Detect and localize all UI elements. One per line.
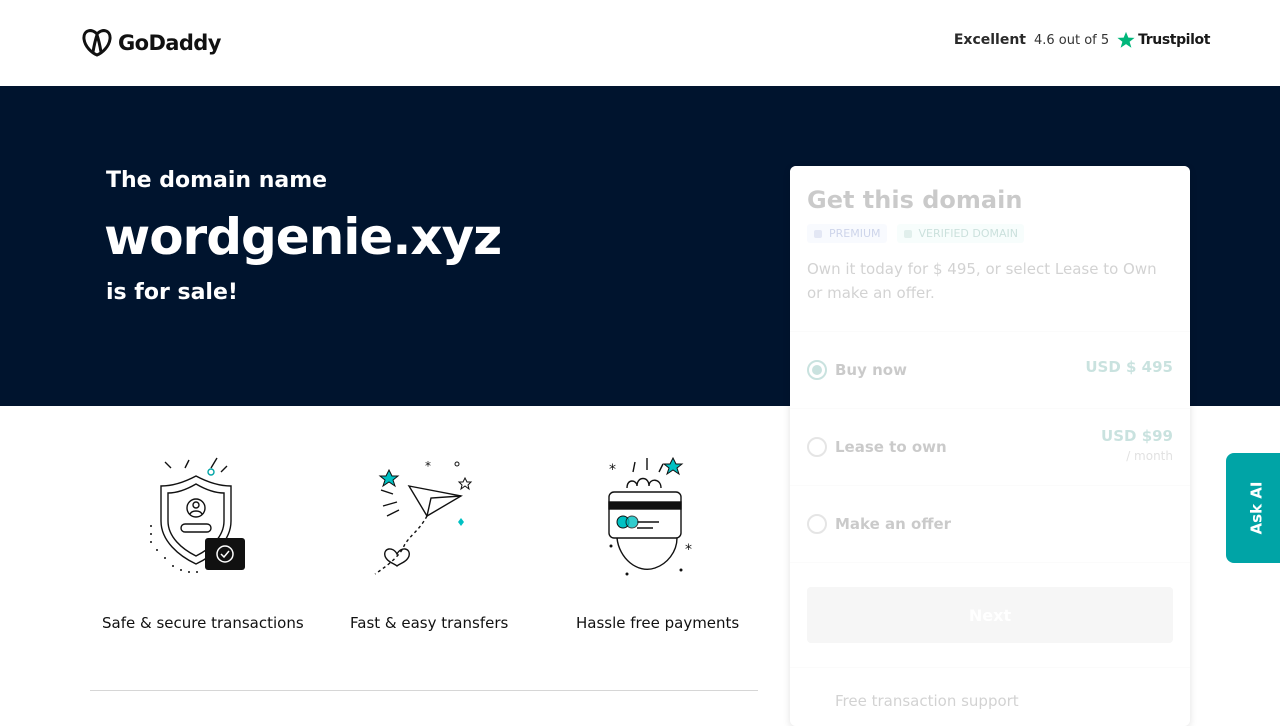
feature-payments: * * <box>552 446 752 576</box>
feature-secure-label: Safe & secure transactions <box>102 614 304 632</box>
domain-name: wordgenie.xyz <box>104 208 502 266</box>
svg-text:*: * <box>685 542 692 558</box>
godaddy-logo[interactable]: GoDaddy <box>82 29 221 57</box>
purchase-card: Get this domain PREMIUM VERIFIED DOMAIN … <box>790 166 1190 726</box>
option-label: Make an offer <box>835 515 952 533</box>
radio-lease[interactable] <box>807 437 827 457</box>
lease-price: USD $99 <box>1101 427 1173 445</box>
badge-row: PREMIUM VERIFIED DOMAIN <box>807 224 1173 243</box>
godaddy-logo-icon <box>82 29 112 57</box>
feature-secure <box>96 446 296 576</box>
card-title: Get this domain <box>807 186 1023 214</box>
svg-text:*: * <box>425 459 431 473</box>
star-icon <box>1117 31 1135 48</box>
hero-subtitle: The domain name <box>106 168 328 193</box>
option-label: Lease to own <box>835 438 947 456</box>
paper-plane-icon: * <box>374 459 473 575</box>
verified-badge: VERIFIED DOMAIN <box>896 224 1024 243</box>
support-text: Free transaction support <box>790 667 1190 710</box>
rating-score: 4.6 out of 5 <box>1033 32 1110 48</box>
rating-label: Excellent <box>953 32 1026 48</box>
option-offer[interactable]: Make an offer <box>790 486 1190 563</box>
option-lease[interactable]: Lease to own USD $99 / month <box>790 409 1190 486</box>
card-header: Get this domain PREMIUM VERIFIED DOMAIN … <box>790 166 1190 332</box>
option-price: USD $ 495 <box>1085 358 1173 376</box>
card-description: Own it today for $ 495, or select Lease … <box>807 260 1157 302</box>
hero-tagline: is for sale! <box>106 280 238 305</box>
ask-ai-button[interactable]: Ask AI <box>1226 453 1280 563</box>
radio-offer[interactable] <box>807 514 827 534</box>
logo-text: GoDaddy <box>118 31 221 55</box>
option-buy-now[interactable]: Buy now USD $ 495 <box>790 332 1190 409</box>
radio-buy-now[interactable] <box>807 360 827 380</box>
trustpilot-text: Trustpilot <box>1138 32 1210 48</box>
option-label: Buy now <box>835 361 907 379</box>
option-price: USD $99 / month <box>1101 427 1173 463</box>
site-header: GoDaddy Excellent 4.6 out of 5 Trustpilo… <box>0 0 1280 86</box>
trustpilot-rating[interactable]: Excellent 4.6 out of 5 Trustpilot <box>954 31 1210 49</box>
card-hand-icon: * * <box>608 456 692 576</box>
feature-transfers-label: Fast & easy transfers <box>350 614 509 632</box>
ask-ai-label: Ask AI <box>1247 481 1265 535</box>
section-divider <box>90 690 758 691</box>
lease-period: / month <box>1126 449 1173 463</box>
feature-transfers: * <box>324 446 524 576</box>
shield-user-icon <box>150 457 245 573</box>
next-button[interactable]: Next <box>807 587 1173 643</box>
feature-payments-label: Hassle free payments <box>576 614 740 632</box>
premium-badge: PREMIUM <box>807 224 887 243</box>
trustpilot-logo: Trustpilot <box>1117 31 1210 49</box>
svg-text:*: * <box>609 462 616 478</box>
